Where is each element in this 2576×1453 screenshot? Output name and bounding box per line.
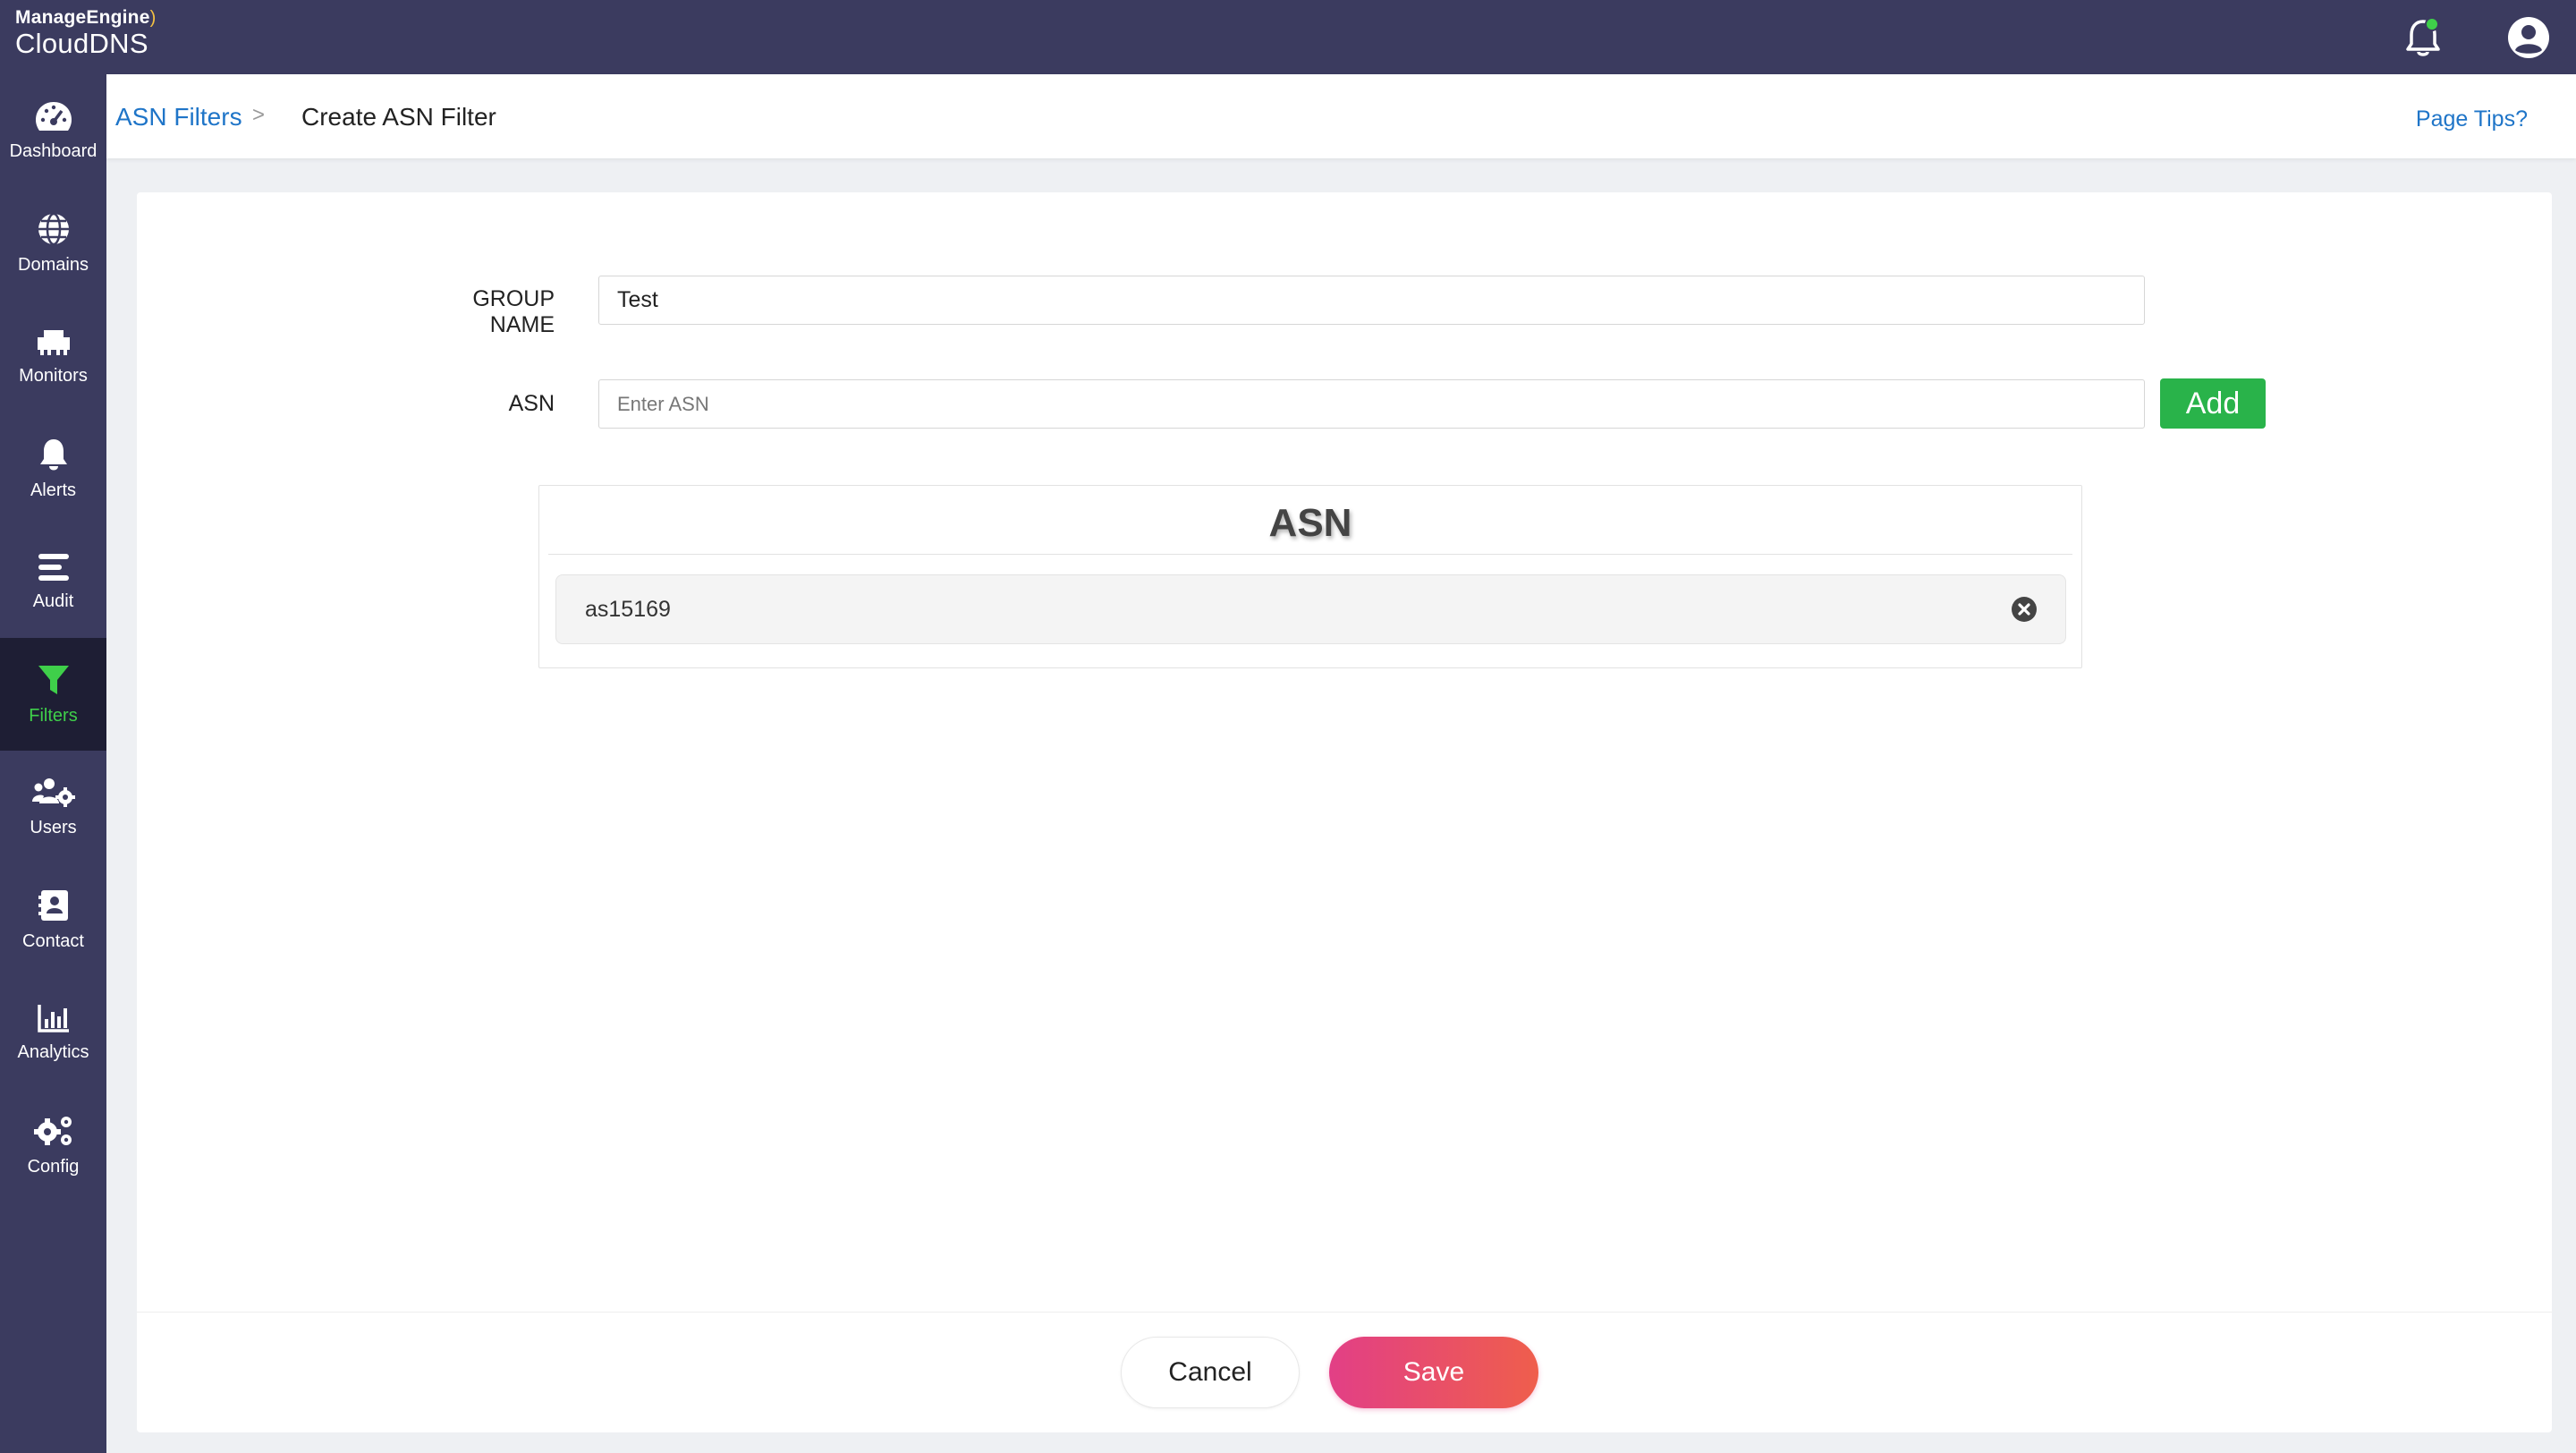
user-circle-icon[interactable] [2504,13,2554,63]
sidebar-item-label: Dashboard [9,140,97,161]
sidebar-item-audit[interactable]: Audit [0,525,106,638]
sidebar-item-label: Monitors [19,365,88,386]
gears-icon [33,1116,72,1145]
list-item: as15169 [555,574,2066,644]
sidebar-item-label: Filters [29,705,78,726]
globe-icon [38,212,69,245]
sidebar: Dashboard Domains Monitors Alerts Audit … [0,74,106,1453]
cancel-button[interactable]: Cancel [1121,1337,1300,1408]
sidebar-item-users[interactable]: Users [0,751,106,863]
top-bar: ManageEngine) CloudDNS [0,0,2576,74]
form-card: GROUP NAME ASN Add ASN as15169 Cancel Sa… [137,192,2552,1432]
sidebar-item-filters[interactable]: Filters [0,638,106,751]
sidebar-item-contact[interactable]: Contact [0,863,106,976]
sidebar-item-label: Domains [18,254,89,275]
sidebar-item-label: Config [27,1156,80,1177]
asn-list-panel: ASN as15169 [538,485,2082,668]
group-name-input[interactable] [598,276,2145,325]
network-icon [37,329,70,355]
page-title: Create ASN Filter [301,103,496,131]
sidebar-item-domains[interactable]: Domains [0,187,106,300]
remove-circle-icon[interactable] [2010,595,2038,624]
bar-chart-icon [37,1004,69,1032]
sidebar-item-monitors[interactable]: Monitors [0,300,106,412]
group-name-label: GROUP NAME [472,286,555,337]
add-asn-button[interactable]: Add [2160,378,2266,429]
asn-value: as15169 [585,597,671,622]
footer-divider [137,1312,2552,1313]
sidebar-item-label: Analytics [17,1041,89,1062]
page-tips-link[interactable]: Page Tips? [2416,106,2528,132]
notification-bell-icon[interactable] [2398,13,2448,63]
list-icon [38,553,69,581]
breadcrumb-asn-filters-link[interactable]: ASN Filters [115,103,242,132]
funnel-icon [38,665,69,694]
sidebar-item-analytics[interactable]: Analytics [0,976,106,1089]
sidebar-item-label: Audit [32,591,74,611]
contact-book-icon [38,889,68,921]
sidebar-item-alerts[interactable]: Alerts [0,412,106,525]
breadcrumb-separator: > [252,103,266,127]
brand-logo[interactable]: ManageEngine) CloudDNS [15,7,156,59]
bell-icon [39,438,67,470]
brand-product: CloudDNS [15,28,148,59]
sidebar-item-label: Contact [22,930,84,951]
brand-company: ManageEngine [15,7,150,28]
sidebar-item-label: Alerts [30,480,77,500]
asn-label: ASN [508,391,555,416]
sidebar-item-dashboard[interactable]: Dashboard [0,74,106,187]
save-button[interactable]: Save [1329,1337,1538,1408]
asn-input[interactable] [598,379,2145,429]
sidebar-item-config[interactable]: Config [0,1089,106,1202]
gauge-icon [35,101,72,131]
page-header: ASN Filters > Create ASN Filter Page Tip… [106,74,2576,158]
users-gear-icon [31,777,75,807]
sidebar-item-label: Users [30,817,77,837]
asn-list-title: ASN [548,486,2072,555]
